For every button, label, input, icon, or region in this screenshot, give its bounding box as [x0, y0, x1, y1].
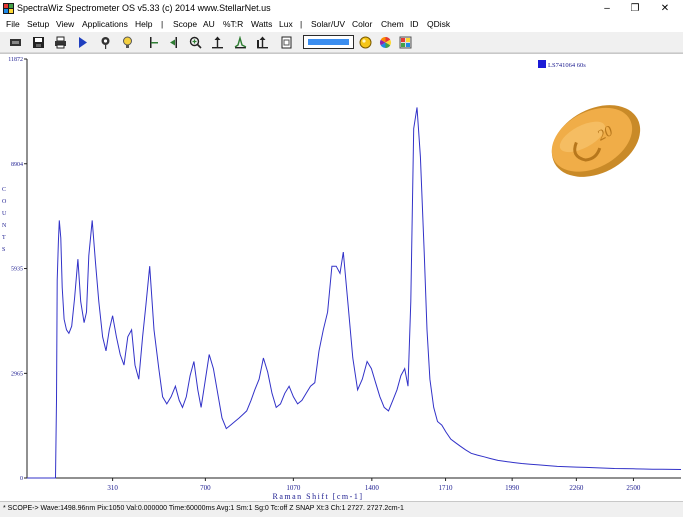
play-icon[interactable] — [74, 34, 90, 50]
pin-icon[interactable] — [97, 34, 113, 50]
y-axis-side-label: COUNTS — [2, 187, 7, 253]
lightbulb-icon[interactable] — [119, 34, 135, 50]
pill-image: 20 — [551, 105, 641, 177]
autoscale-icon[interactable] — [209, 34, 225, 50]
print-icon[interactable] — [52, 34, 68, 50]
toolbar — [0, 32, 683, 53]
menu-tr[interactable]: %T:R — [223, 19, 243, 29]
blue-bar-box[interactable] — [303, 35, 354, 49]
status-text: * SCOPE-> Wave:1498.96nm Pix:1050 Val:0.… — [3, 505, 404, 512]
cursor-left-icon[interactable] — [145, 34, 161, 50]
color-wheel-icon[interactable] — [377, 34, 393, 50]
status-bar: * SCOPE-> Wave:1498.96nm Pix:1050 Val:0.… — [0, 501, 683, 517]
menu-separator-2: | — [300, 19, 303, 29]
x-tick-label: 1400 — [365, 484, 380, 492]
menu-qdisk[interactable]: QDisk — [427, 19, 450, 29]
menu-watts[interactable]: Watts — [251, 19, 272, 29]
baseline-icon[interactable] — [254, 34, 270, 50]
title-bar: SpectraWiz Spectrometer OS v5.33 (c) 201… — [0, 0, 683, 18]
x-tick-label: 1710 — [439, 484, 454, 492]
spectrum-chart[interactable]: 11872 8904 5935 2965 0 310 700 1070 1400 1710 199… — [0, 54, 683, 501]
maximize-button[interactable]: ❐ — [620, 0, 650, 18]
spectrum-plot-area[interactable]: 11872 8904 5935 2965 0 310 700 1070 1400 1710 199… — [0, 53, 683, 501]
x-axis-ticks: 310 700 1070 1400 1710 1990 2260 2500 — [107, 478, 641, 492]
minimize-button[interactable]: – — [592, 0, 622, 18]
sphere-icon[interactable] — [357, 34, 373, 50]
window-title: SpectraWiz Spectrometer OS v5.33 (c) 201… — [17, 3, 271, 13]
save-icon[interactable] — [30, 34, 46, 50]
menu-help[interactable]: Help — [135, 19, 152, 29]
legend-label: LS741064 60s — [548, 62, 586, 69]
menu-id[interactable]: ID — [410, 19, 419, 29]
legend-swatch — [538, 60, 546, 68]
x-axis-label: Raman Shift [cm-1] — [273, 492, 364, 501]
x-tick-label: 2500 — [626, 484, 641, 492]
cursor-right-icon[interactable] — [165, 34, 181, 50]
zoom-icon[interactable] — [187, 34, 203, 50]
y-tick-label: 0 — [20, 476, 23, 482]
menu-separator: | — [161, 19, 164, 29]
menu-bar: File Setup View Applications Help | Scop… — [0, 18, 683, 32]
menu-file[interactable]: File — [6, 19, 20, 29]
app-logo-icon — [3, 3, 14, 14]
y-axis-ticks: 11872 8904 5935 2965 0 — [8, 57, 27, 482]
menu-setup[interactable]: Setup — [27, 19, 49, 29]
x-tick-label: 310 — [107, 484, 118, 492]
close-button[interactable]: ✕ — [650, 0, 680, 18]
menu-solar-uv[interactable]: Solar/UV — [311, 19, 345, 29]
menu-chem[interactable]: Chem — [381, 19, 404, 29]
blue-bar-fill — [308, 39, 349, 45]
page-icon[interactable] — [278, 34, 294, 50]
y-tick-label: 11872 — [8, 57, 23, 63]
toolbar-icon[interactable] — [7, 34, 23, 50]
menu-view[interactable]: View — [56, 19, 74, 29]
x-tick-label: 1990 — [505, 484, 520, 492]
x-tick-label: 2260 — [569, 484, 584, 492]
x-tick-label: 700 — [200, 484, 211, 492]
peak-icon[interactable] — [232, 34, 248, 50]
menu-color[interactable]: Color — [352, 19, 372, 29]
y-tick-label: 2965 — [11, 371, 23, 377]
y-tick-label: 5935 — [11, 267, 23, 273]
y-tick-label: 8904 — [11, 162, 23, 168]
menu-lux[interactable]: Lux — [279, 19, 293, 29]
x-tick-label: 1070 — [286, 484, 301, 492]
legend: LS741064 60s — [538, 60, 586, 69]
menu-applications[interactable]: Applications — [82, 19, 128, 29]
menu-au[interactable]: AU — [203, 19, 215, 29]
palette-icon[interactable] — [397, 34, 413, 50]
menu-scope[interactable]: Scope — [173, 19, 197, 29]
